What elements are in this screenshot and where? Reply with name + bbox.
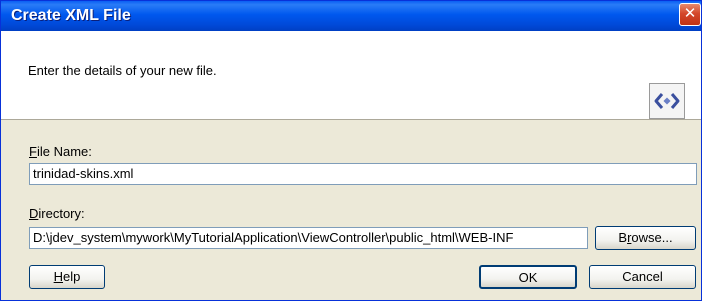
cancel-button[interactable]: Cancel (589, 265, 696, 289)
create-xml-file-dialog: Create XML File ✕ Enter the details of y… (0, 0, 702, 301)
file-name-label: File Name: (29, 144, 92, 159)
browse-button[interactable]: Browse... (595, 226, 696, 250)
header-description: Enter the details of your new file. (28, 63, 217, 78)
directory-label: Directory: (29, 206, 85, 221)
help-button[interactable]: Help (29, 265, 105, 289)
file-name-field[interactable]: trinidad-skins.xml (29, 163, 697, 185)
window-title: Create XML File (11, 7, 131, 24)
ok-button[interactable]: OK (479, 265, 577, 289)
title-bar[interactable]: Create XML File ✕ (1, 1, 701, 31)
xml-file-icon (649, 83, 685, 119)
close-icon: ✕ (683, 5, 697, 22)
directory-field[interactable]: D:\jdev_system\mywork\MyTutorialApplicat… (29, 227, 588, 249)
header-panel: Enter the details of your new file. (1, 31, 701, 120)
close-button[interactable]: ✕ (679, 3, 701, 26)
